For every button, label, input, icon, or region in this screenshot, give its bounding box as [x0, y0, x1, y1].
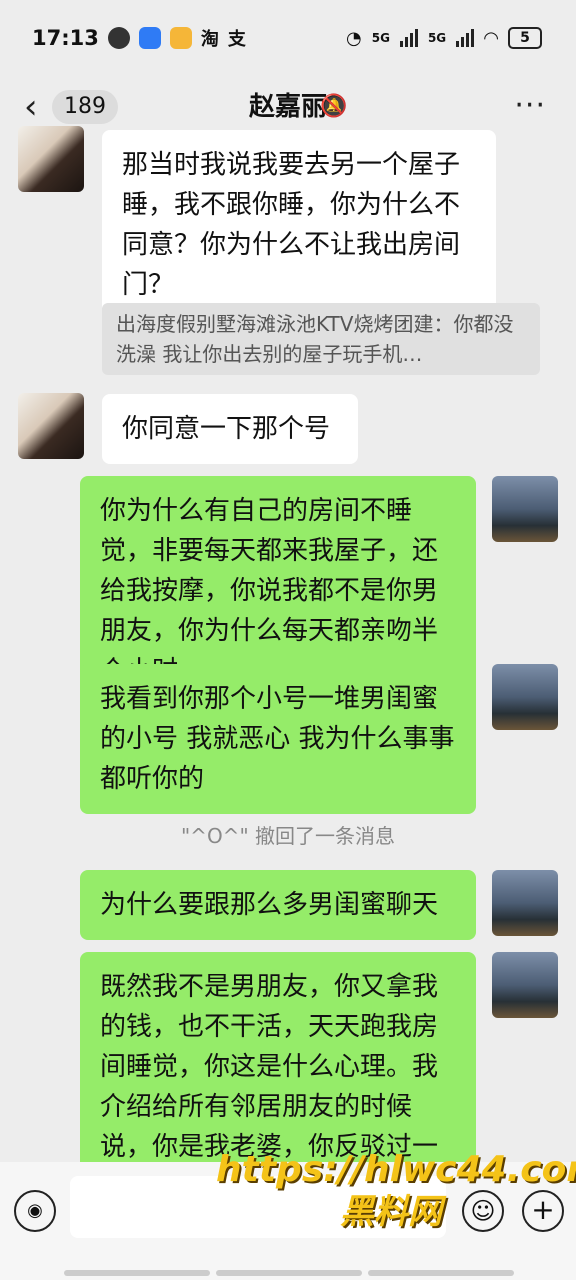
home-indicator: [64, 1270, 514, 1276]
wifi-icon: ◠: [484, 27, 498, 49]
my-avatar[interactable]: [492, 664, 558, 730]
message-bubble-outgoing[interactable]: 我看到你那个小号一堆男闺蜜的小号 我就恶心 我为什么事事都听你的: [80, 664, 476, 814]
message-bubble-incoming[interactable]: 你同意一下那个号: [102, 394, 358, 464]
signal-icon: [399, 29, 418, 47]
quoted-message[interactable]: 出海度假别墅海滩泳池KTV烧烤团建：你都没洗澡 我让你出去别的屋子玩手机…: [102, 303, 540, 375]
status-time: 17:13: [32, 26, 99, 50]
watermark-text: 黑料网: [340, 1192, 442, 1232]
recall-notice: "^O^" 撤回了一条消息: [180, 824, 395, 848]
battery-icon: 5: [508, 27, 542, 49]
watermark: https://hlwc44.com 黑料网: [216, 1148, 576, 1232]
signal-icon: [456, 29, 475, 47]
app-icon: [138, 27, 161, 49]
my-avatar[interactable]: [492, 870, 558, 936]
message-bubble-outgoing[interactable]: 既然我不是男朋友，你又拿我的钱，也不干活，天天跑我房间睡觉，你这是什么心理。我介…: [80, 952, 476, 1162]
more-button[interactable]: ···: [514, 88, 546, 123]
dnd-icon: ◔: [346, 27, 362, 49]
app-icon: [169, 27, 192, 49]
status-bar: 17:13 淘 支 ◔ 5G 5G ◠ 5: [0, 0, 576, 76]
contact-avatar[interactable]: [18, 126, 84, 192]
chat-header: ‹ 189 赵嘉丽 🔕 ···: [0, 76, 576, 138]
signal-label-1: 5G: [371, 31, 390, 45]
status-bar-left: 17:13 淘 支: [32, 25, 246, 51]
signal-label-2: 5G: [427, 31, 447, 45]
message-bubble-outgoing[interactable]: 为什么要跟那么多男闺蜜聊天: [80, 870, 476, 940]
contact-avatar[interactable]: [18, 393, 84, 459]
contact-name: 赵嘉丽: [248, 92, 327, 122]
alipay-icon: 支: [227, 29, 246, 50]
my-avatar[interactable]: [492, 476, 558, 542]
app-icon: [107, 27, 130, 49]
watermark-url: https://hlwc44.com: [216, 1149, 576, 1190]
my-avatar[interactable]: [492, 952, 558, 1018]
bell-off-icon: 🔕: [320, 94, 348, 119]
message-bubble-incoming[interactable]: 那当时我说我要去另一个屋子睡，我不跟你睡，你为什么不同意？你为什么不让我出房间门…: [102, 130, 496, 320]
status-bar-right: ◔ 5G 5G ◠ 5: [346, 27, 542, 49]
taobao-icon: 淘: [200, 29, 219, 50]
voice-icon[interactable]: ◉: [14, 1190, 56, 1232]
